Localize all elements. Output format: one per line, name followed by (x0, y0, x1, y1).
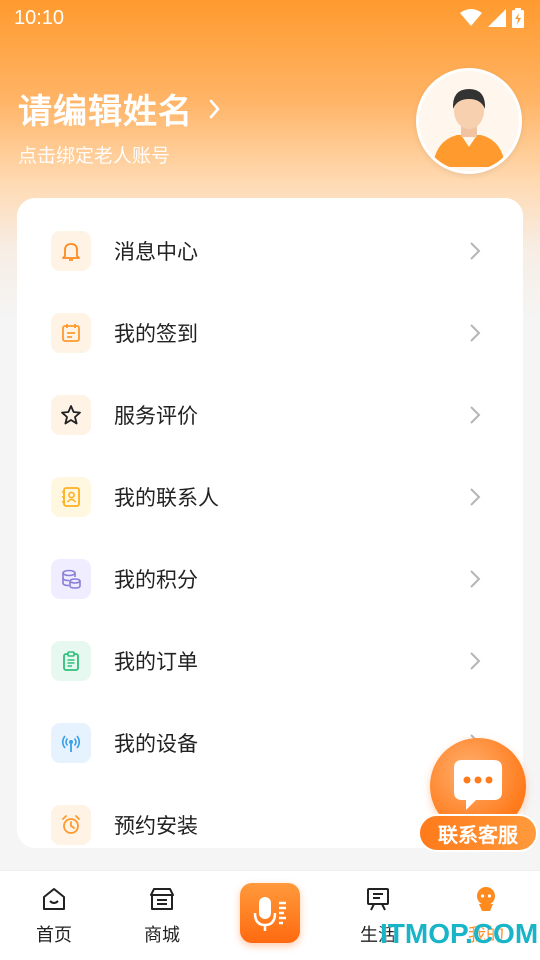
status-time: 10:10 (14, 6, 65, 29)
chevron-right-icon[interactable] (203, 97, 227, 121)
profile-icon (477, 887, 495, 911)
voice-button[interactable] (240, 883, 300, 943)
board-icon (367, 888, 389, 911)
tab-label-store: 商城 (144, 925, 180, 946)
bell-icon (51, 231, 91, 271)
chevron-right-icon (470, 406, 481, 424)
avatar[interactable] (416, 68, 522, 174)
mic-icon (253, 897, 286, 931)
status-bar: 10:10 (0, 0, 540, 36)
tab-label-home: 首页 (36, 925, 72, 946)
star-icon (51, 395, 91, 435)
menu-item-orders[interactable]: 我的订单 (17, 620, 523, 702)
customer-service-button[interactable]: 联系客服 (418, 738, 538, 856)
chevron-right-icon (470, 324, 481, 342)
menu-label-messages: 消息中心 (114, 240, 198, 264)
menu-label-service-review: 服务评价 (114, 404, 198, 428)
chevron-right-icon (470, 652, 481, 670)
menu-item-points[interactable]: 我的积分 (17, 538, 523, 620)
menu-item-contacts[interactable]: 我的联系人 (17, 456, 523, 538)
status-icons (460, 8, 524, 28)
alarm-clock-icon (51, 805, 91, 845)
chevron-right-icon (470, 488, 481, 506)
menu-label-devices: 我的设备 (114, 732, 198, 756)
cell-signal-icon (488, 9, 506, 27)
menu-label-points: 我的积分 (114, 568, 198, 592)
tab-store[interactable]: 商城 (108, 871, 216, 960)
profile-header[interactable]: 请编辑姓名 点击绑定老人账号 (18, 84, 227, 168)
user-avatar-icon (419, 71, 519, 171)
menu-label-orders: 我的订单 (114, 650, 198, 674)
coins-icon (51, 559, 91, 599)
chevron-right-icon (470, 570, 481, 588)
menu-item-service-review[interactable]: 服务评价 (17, 374, 523, 456)
battery-icon (512, 8, 524, 28)
store-icon (150, 888, 174, 910)
customer-service-label[interactable]: 联系客服 (418, 814, 538, 852)
menu-label-checkin: 我的签到 (114, 322, 198, 346)
profile-name[interactable]: 请编辑姓名 (18, 84, 193, 133)
device-signal-icon (51, 723, 91, 763)
calendar-icon (51, 313, 91, 353)
home-icon (43, 888, 65, 910)
chevron-right-icon (470, 242, 481, 260)
clipboard-icon (51, 641, 91, 681)
tab-home[interactable]: 首页 (0, 871, 108, 960)
menu-label-contacts: 我的联系人 (114, 486, 219, 510)
wifi-icon (460, 9, 482, 26)
watermark: ITMOP.COM (380, 918, 539, 949)
bind-elder-account-link[interactable]: 点击绑定老人账号 (18, 141, 227, 168)
menu-item-messages[interactable]: 消息中心 (17, 210, 523, 292)
menu-label-install-booking: 预约安装 (114, 814, 198, 838)
contact-icon (51, 477, 91, 517)
menu-item-checkin[interactable]: 我的签到 (17, 292, 523, 374)
